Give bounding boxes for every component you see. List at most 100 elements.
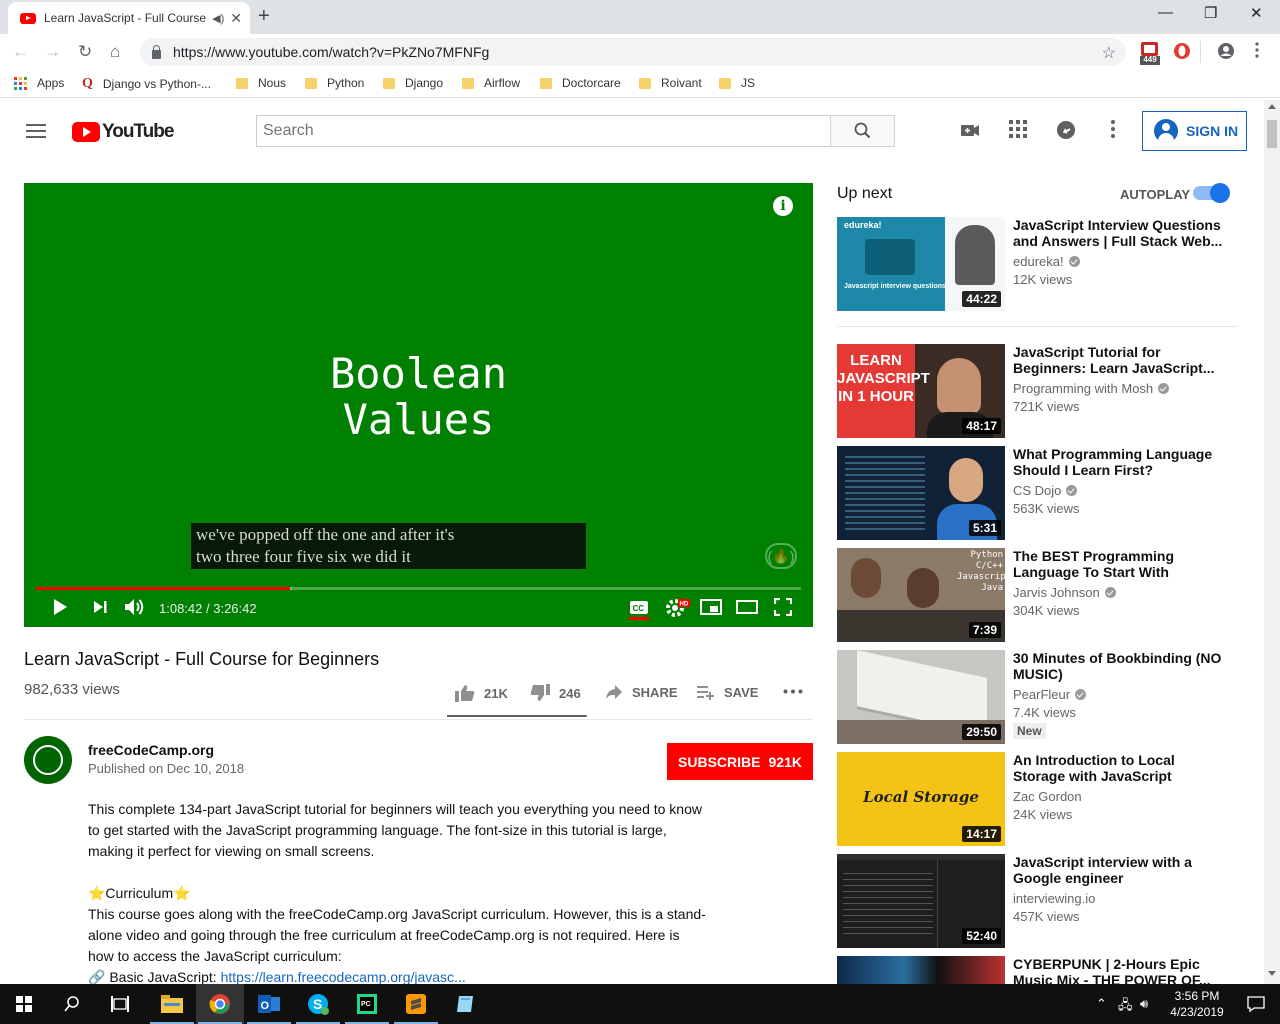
next-icon[interactable]	[92, 598, 108, 616]
theater-mode-icon[interactable]	[736, 598, 758, 616]
video-thumbnail[interactable]: Python C/C++ Javascript Java 7:39	[837, 548, 1005, 642]
youtube-logo[interactable]: YouTube	[72, 121, 174, 143]
search-button[interactable]	[830, 115, 895, 147]
recommended-video[interactable]: Python C/C++ Javascript Java 7:39 The BE…	[837, 548, 1257, 642]
recommended-video[interactable]: CYBERPUNK | 2-Hours Epic Music Mix - THE…	[837, 956, 1257, 984]
scroll-up-icon[interactable]	[1268, 104, 1276, 109]
bookmark-apps[interactable]: Apps	[14, 76, 64, 90]
opera-extension-icon[interactable]	[1173, 42, 1191, 60]
video-title[interactable]: CYBERPUNK | 2-Hours Epic Music Mix - THE…	[1013, 956, 1225, 984]
sublime-text-icon[interactable]	[392, 984, 440, 1024]
progress-bar[interactable]	[36, 587, 801, 590]
info-icon[interactable]: i	[773, 196, 793, 216]
task-view-icon[interactable]	[96, 984, 144, 1024]
recommended-video[interactable]: LEARN JAVASCRIPT IN 1 HOUR 48:17 JavaScr…	[837, 344, 1257, 438]
tab-close-icon[interactable]: ✕	[230, 10, 242, 27]
bookmark-nous[interactable]: Nous	[236, 76, 286, 90]
subscribe-button[interactable]: SUBSCRIBE 921K	[667, 743, 813, 780]
tab-audio-icon[interactable]: ◀)	[212, 12, 224, 25]
sign-in-button[interactable]: SIGN IN	[1142, 111, 1247, 151]
video-title[interactable]: JavaScript Interview Questions and Answe…	[1013, 217, 1225, 249]
channel-avatar[interactable]	[24, 736, 72, 784]
volume-icon[interactable]	[124, 598, 146, 616]
file-explorer-icon[interactable]	[148, 984, 196, 1024]
address-bar[interactable]: https://www.youtube.com/watch?v=PkZNo7MF…	[140, 38, 1126, 66]
curriculum-link[interactable]: https://learn.freecodecamp.org/javasc...	[221, 969, 466, 985]
notepad-icon[interactable]	[441, 984, 489, 1024]
settings-gear-icon[interactable]: HD	[666, 598, 690, 618]
search-icon[interactable]	[48, 984, 96, 1024]
miniplayer-icon[interactable]	[700, 598, 722, 616]
video-thumbnail[interactable]: LEARN JAVASCRIPT IN 1 HOUR 48:17	[837, 344, 1005, 438]
video-title[interactable]: JavaScript Tutorial for Beginners: Learn…	[1013, 344, 1225, 376]
recommended-video[interactable]: 5:31 What Programming Language Should I …	[837, 446, 1257, 540]
recommended-video[interactable]: edureka! Javascript interview questions …	[837, 217, 1257, 311]
video-thumbnail[interactable]: edureka! Javascript interview questions …	[837, 217, 1005, 311]
messages-icon[interactable]	[1056, 120, 1076, 140]
show-hidden-icons-icon[interactable]: ⌃	[1096, 996, 1107, 1012]
scroll-down-icon[interactable]	[1268, 971, 1276, 976]
scroll-thumb[interactable]	[1267, 120, 1277, 148]
page-scrollbar[interactable]	[1264, 100, 1280, 984]
windows-start-icon[interactable]	[0, 984, 48, 1024]
subtitles-icon[interactable]: CC	[629, 598, 649, 620]
network-icon[interactable]: 🖧	[1118, 996, 1133, 1018]
dislike-button[interactable]: 246	[530, 684, 581, 702]
channel-name[interactable]: freeCodeCamp.org	[88, 742, 214, 758]
bookmark-star-icon[interactable]: ☆	[1102, 43, 1116, 63]
new-tab-button[interactable]: +	[258, 5, 270, 28]
video-title[interactable]: The BEST Programming Language To Start W…	[1013, 548, 1225, 580]
restore-window-button[interactable]: ❐	[1204, 4, 1217, 22]
settings-more-icon[interactable]	[1111, 120, 1115, 138]
apps-icon[interactable]	[1009, 120, 1027, 138]
bookmark-js[interactable]: JS	[719, 76, 755, 90]
video-title[interactable]: JavaScript interview with a Google engin…	[1013, 854, 1225, 886]
create-video-icon[interactable]	[960, 120, 980, 140]
video-thumbnail[interactable]: 29:50	[837, 650, 1005, 744]
skype-icon[interactable]: S	[294, 984, 342, 1024]
video-thumbnail[interactable]: 5:31	[837, 446, 1005, 540]
browser-tab-active[interactable]: Learn JavaScript - Full Course ◀) ✕	[8, 2, 250, 34]
video-player[interactable]: Boolean Values i we've popped off the on…	[24, 183, 813, 627]
system-clock[interactable]: 3:56 PM 4/23/2019	[1162, 988, 1232, 1020]
bookmark-airflow[interactable]: Airflow	[462, 76, 520, 90]
video-title[interactable]: What Programming Language Should I Learn…	[1013, 446, 1225, 478]
back-icon[interactable]: ←	[12, 42, 29, 62]
freecodecamp-watermark-icon[interactable]: (🔥)	[765, 543, 797, 569]
profile-icon[interactable]	[1217, 42, 1235, 60]
bookmark-django[interactable]: Django	[383, 76, 443, 90]
reload-icon[interactable]: ↻	[78, 42, 92, 62]
video-thumbnail[interactable]: 52:40	[837, 854, 1005, 948]
bookmark-doctorcare[interactable]: Doctorcare	[540, 76, 621, 90]
notifications-icon[interactable]	[1232, 984, 1280, 1024]
guide-menu-icon[interactable]	[26, 124, 46, 142]
video-thumbnail[interactable]	[837, 956, 1005, 984]
bookmark-python[interactable]: Python	[305, 76, 364, 90]
video-title[interactable]: 30 Minutes of Bookbinding (NO MUSIC)	[1013, 650, 1225, 682]
like-button[interactable]: 21K	[455, 684, 508, 702]
more-actions-icon[interactable]	[783, 689, 812, 694]
forward-icon[interactable]: →	[44, 42, 61, 62]
play-icon[interactable]	[52, 598, 68, 616]
chrome-menu-icon[interactable]	[1255, 42, 1259, 58]
minimize-window-button[interactable]: —	[1158, 4, 1173, 21]
extension-calendar-icon[interactable]: 449	[1140, 40, 1160, 66]
video-title[interactable]: An Introduction to Local Storage with Ja…	[1013, 752, 1225, 784]
bookmark-roivant[interactable]: Roivant	[639, 76, 702, 90]
close-window-button[interactable]: ✕	[1250, 4, 1263, 22]
pycharm-icon[interactable]: PC	[343, 984, 391, 1024]
recommended-video[interactable]: Local Storage 14:17 An Introduction to L…	[837, 752, 1257, 846]
recommended-video[interactable]: 29:50 30 Minutes of Bookbinding (NO MUSI…	[837, 650, 1257, 744]
bookmark-django-vs-python[interactable]: Q Django vs Python-...	[82, 76, 211, 92]
search-input[interactable]	[256, 115, 831, 147]
recommended-video[interactable]: 52:40 JavaScript interview with a Google…	[837, 854, 1257, 948]
volume-icon[interactable]: 🔊︎	[1140, 996, 1148, 1012]
outlook-icon[interactable]: O	[245, 984, 293, 1024]
save-button[interactable]: SAVE	[697, 684, 758, 700]
autoplay-toggle[interactable]	[1193, 183, 1230, 203]
share-button[interactable]: SHARE	[605, 684, 678, 700]
address-url[interactable]: https://www.youtube.com/watch?v=PkZNo7MF…	[173, 44, 489, 60]
home-icon[interactable]: ⌂	[110, 42, 120, 62]
chrome-icon[interactable]	[196, 984, 244, 1024]
video-thumbnail[interactable]: Local Storage 14:17	[837, 752, 1005, 846]
